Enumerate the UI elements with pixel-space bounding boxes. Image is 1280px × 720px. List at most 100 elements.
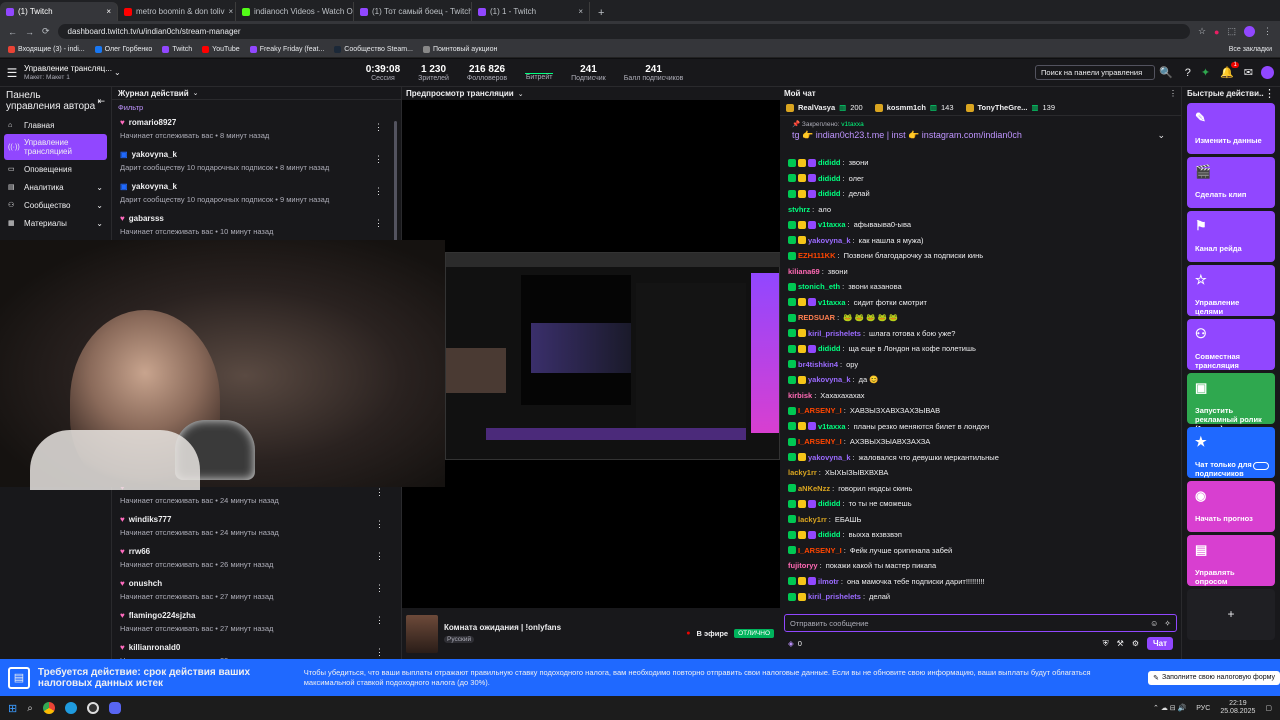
reload-icon[interactable]: ⟳ <box>42 26 50 37</box>
event-options-icon[interactable]: ⋮ <box>374 122 383 133</box>
user-avatar[interactable] <box>1261 66 1274 79</box>
mod-icon[interactable]: ⚒ <box>1117 639 1124 648</box>
event-options-icon[interactable]: ⋮ <box>375 551 384 562</box>
bookmark-item[interactable]: Входящие (3) - indi... <box>8 46 85 53</box>
nav-item[interactable]: ⌂ Главная <box>0 116 111 134</box>
activity-event[interactable]: ♥ flamingo224sjzha Начинает отслеживать ва… <box>112 607 401 639</box>
browser-tab[interactable]: (1) 1 - Twitch × <box>472 2 590 21</box>
chat-message[interactable]: I_ARSENY_I: ХАВЗЫЗХАВХЗАХЗЫВАВ <box>780 403 1180 419</box>
chat-username[interactable]: yakovyna_k <box>808 372 851 388</box>
chat-message[interactable]: dididd: выхха вхзвзвэп <box>780 527 1180 543</box>
chevron-down-icon[interactable]: ⌄ <box>96 219 103 228</box>
chat-message[interactable]: ilmotr: она мамочка тебе подписки дарит!!… <box>780 574 1180 590</box>
hamburger-icon[interactable]: ☰ <box>0 66 24 80</box>
shield-icon[interactable]: ⛨ <box>1103 639 1109 649</box>
activity-event[interactable]: ♥killianronald0Начинает отслеживать вас … <box>112 639 401 659</box>
chat-message[interactable]: yakovyna_k: жаловался что девушки меркант… <box>780 450 1180 466</box>
add-quick-action-button[interactable]: + <box>1187 589 1275 640</box>
chat-username[interactable]: aNKeNzz <box>798 481 830 497</box>
event-options-icon[interactable]: ⋮ <box>374 154 383 165</box>
chevron-down-icon[interactable]: ⌄ <box>1157 130 1165 141</box>
close-tab-icon[interactable]: × <box>229 7 234 16</box>
url-bar[interactable]: dashboard.twitch.tv/u/indian0ch/stream-m… <box>57 24 1190 39</box>
notifications-icon[interactable]: 🔔 1 <box>1220 62 1239 79</box>
chat-username[interactable]: kiril_prishelets <box>808 326 861 342</box>
chevron-down-icon[interactable]: ⌄ <box>114 68 121 77</box>
chat-message[interactable]: REDSUAR: 🐸 🐸 🐸 🐸 🐸 <box>780 310 1180 326</box>
chat-message[interactable]: dididd: звони <box>780 155 1180 171</box>
chat-username[interactable]: dididd <box>818 527 841 543</box>
extensions-icon[interactable]: ✦ <box>1201 66 1210 79</box>
quick-action-button[interactable]: ⚇ Совместная трансляция <box>1187 319 1275 370</box>
chat-username[interactable]: yakovyna_k <box>808 450 851 466</box>
event-options-icon[interactable]: ⋮ <box>374 218 383 229</box>
extension-icon-2[interactable]: ⬚ <box>1227 26 1236 37</box>
chat-message[interactable]: v1taxxa: сидит фотки смотрит <box>780 295 1180 311</box>
chat-username[interactable]: ilmotr <box>818 574 839 590</box>
leaderboard-entry[interactable]: kosmm1ch ▥ 143 <box>874 103 954 112</box>
quick-action-button[interactable]: ⚑ Канал рейда <box>1187 211 1275 262</box>
chat-username[interactable]: dididd <box>818 186 841 202</box>
browser-tab[interactable]: (1) Тот самый боец - Twitch× <box>354 2 472 21</box>
dashboard-search-input[interactable]: Поиск на панели управления <box>1035 65 1156 80</box>
event-options-icon[interactable]: ⋮ <box>375 519 384 530</box>
chat-message[interactable]: kiliana69: звони <box>780 264 1180 280</box>
chat-message[interactable]: kirbisk: Хахахахахах <box>780 388 1180 404</box>
chat-username[interactable]: v1taxxa <box>818 295 846 311</box>
chat-message[interactable]: v1taxxa: афываыва0-ыва <box>780 217 1180 233</box>
quick-action-button[interactable]: ✎ Изменить данные <box>1187 103 1275 154</box>
event-options-icon[interactable]: ⋮ <box>375 487 384 498</box>
windows-start-icon[interactable]: ⊞ <box>8 702 17 715</box>
chevron-down-icon[interactable]: ⌄ <box>193 89 199 97</box>
quick-action-button[interactable]: ★ Чат только для подписчиков <box>1187 427 1275 478</box>
edge-icon[interactable] <box>64 702 77 714</box>
quick-action-button[interactable]: ◉ Начать прогноз <box>1187 481 1275 532</box>
chat-message[interactable]: I_ARSENY_I: Фейк лучше оригинала забей <box>780 543 1180 559</box>
collapse-nav-icon[interactable]: ⇤ <box>97 96 105 107</box>
chat-message[interactable]: kiril_prishelets: делай <box>780 589 1180 605</box>
quick-action-button[interactable]: ▤ Управлять опросом <box>1187 535 1275 586</box>
chat-send-button[interactable]: Чат <box>1147 637 1173 650</box>
browser-tab[interactable]: metro boomin & don toliv × <box>118 2 236 21</box>
chat-message[interactable]: stvhrz: ало <box>780 202 1180 218</box>
nav-item[interactable]: ▤ Аналитика ⌄ <box>0 178 111 196</box>
chat-username[interactable]: dididd <box>818 341 841 357</box>
chat-message[interactable]: aNKeNzz: говорил нюдсы скинь <box>780 481 1180 497</box>
extension-icon[interactable]: ● <box>1214 27 1219 37</box>
event-options-icon[interactable]: ⋮ <box>375 647 384 658</box>
chat-username[interactable]: lacky1rr <box>798 512 827 528</box>
activity-event[interactable]: ♥ rrw66 Начинает отслеживать вас • 26 мину… <box>112 543 401 575</box>
chat-options-icon[interactable]: ⋮ <box>1169 89 1177 98</box>
nav-item[interactable]: ⚇ Сообщество ⌄ <box>0 196 111 214</box>
chat-message[interactable]: yakovyna_k: да 😊 <box>780 372 1180 388</box>
profile-avatar[interactable] <box>1244 26 1255 37</box>
nav-item[interactable]: ((·)) Управление трансляцией <box>4 134 107 160</box>
chat-input[interactable]: Отправить сообщение ☺ ✧ <box>784 614 1177 632</box>
chat-message[interactable]: dididd: то ты не сможешь <box>780 496 1180 512</box>
leaderboard-entry[interactable]: RealVasya ▥ 200 <box>786 103 863 112</box>
settings-icon[interactable]: ⚙ <box>1132 639 1139 648</box>
nav-item[interactable]: ▭ Оповещения <box>0 160 111 178</box>
obs-icon[interactable] <box>86 702 99 714</box>
chat-username[interactable]: REDSUAR <box>798 310 835 326</box>
bookmark-item[interactable]: YouTube <box>202 46 240 53</box>
chat-message[interactable]: dididd: ща еще в Лондон на кофе полетишь <box>780 341 1180 357</box>
back-icon[interactable]: ← <box>8 27 17 37</box>
activity-event[interactable]: ♥ windiks777 Начинает отслеживать вас • 24… <box>112 511 401 543</box>
close-tab-icon[interactable]: × <box>578 7 583 16</box>
chat-message[interactable]: kiril_prishelets: шлага готова к бою уже? <box>780 326 1180 342</box>
chevron-down-icon[interactable]: ⌄ <box>96 201 103 210</box>
event-options-icon[interactable]: ⋮ <box>374 186 383 197</box>
bookmark-item[interactable]: Поинтовый аукцион <box>422 46 497 53</box>
chat-message[interactable]: lacky1rr: ХЫХЫЗЫВХВХВА <box>780 465 1180 481</box>
chat-message[interactable]: stonich_eth: звони казанова <box>780 279 1180 295</box>
bookmark-star-icon[interactable]: ☆ <box>1198 26 1206 37</box>
chevron-down-icon[interactable]: ⌄ <box>96 183 103 192</box>
toggle-switch[interactable] <box>1253 462 1269 470</box>
activity-event[interactable]: ▣ yakovyna_k Дарит сообществу 10 подарочны… <box>112 146 401 178</box>
stream-language-tag[interactable]: Русский <box>444 636 475 643</box>
bookmark-item[interactable]: Twitch <box>162 46 192 53</box>
chat-username[interactable]: dididd <box>818 171 841 187</box>
activity-event[interactable]: ♥ romario8927 Начинает отслеживать вас • 8… <box>112 114 401 146</box>
new-tab-icon[interactable]: + <box>590 7 612 21</box>
